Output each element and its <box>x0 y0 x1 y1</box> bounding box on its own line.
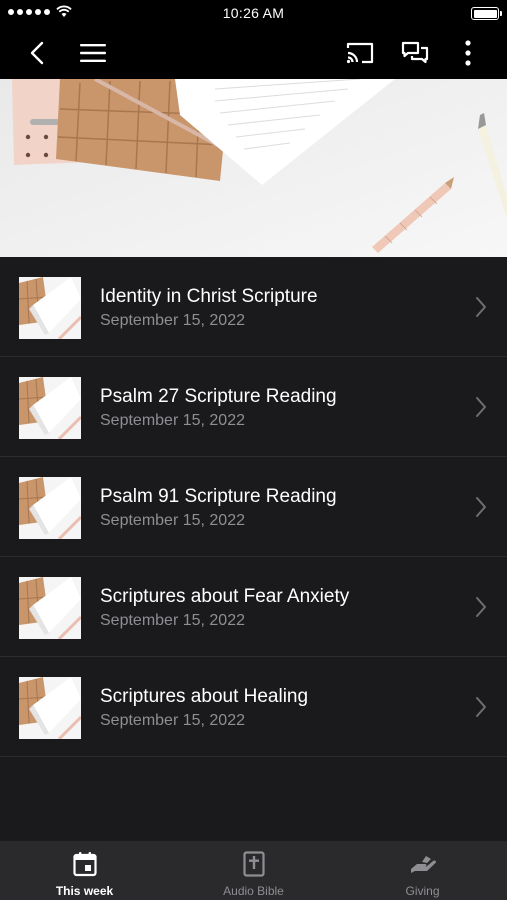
item-date: September 15, 2022 <box>100 512 245 529</box>
chat-bubbles-icon <box>401 41 429 63</box>
chevron-right-icon <box>476 297 486 317</box>
scripture-list: Identity in Christ Scripture September 1… <box>0 257 507 757</box>
giving-hand-icon <box>410 856 436 873</box>
item-date: September 15, 2022 <box>100 712 245 729</box>
tab-this-week[interactable]: This week <box>0 841 169 900</box>
back-chevron-icon <box>30 41 44 64</box>
item-thumbnail <box>19 377 81 439</box>
item-thumbnail <box>19 277 81 339</box>
more-vertical-icon <box>465 39 471 66</box>
list-item[interactable]: Scriptures about Fear Anxiety September … <box>0 557 507 657</box>
tab-audio-bible[interactable]: Audio Bible <box>169 841 338 900</box>
bottom-tab-bar: This week Audio Bible Giving <box>0 841 507 900</box>
tab-label: Giving <box>405 884 440 898</box>
status-bar: 10:26 AM <box>0 0 507 26</box>
item-thumbnail <box>19 577 81 639</box>
chevron-right-icon <box>476 397 486 417</box>
cast-icon <box>346 42 374 63</box>
more-options-button[interactable] <box>454 26 482 79</box>
chat-button[interactable] <box>398 26 432 79</box>
list-item[interactable]: Scriptures about Healing September 15, 2… <box>0 657 507 757</box>
list-item[interactable]: Identity in Christ Scripture September 1… <box>0 257 507 357</box>
menu-button[interactable] <box>76 26 110 79</box>
list-item[interactable]: Psalm 91 Scripture Reading September 15,… <box>0 457 507 557</box>
item-title: Identity in Christ Scripture <box>100 286 318 307</box>
item-thumbnail <box>19 677 81 739</box>
top-nav-bar <box>0 26 507 79</box>
item-title: Scriptures about Fear Anxiety <box>100 586 350 607</box>
back-button[interactable] <box>22 26 52 79</box>
chevron-right-icon <box>476 697 486 717</box>
chevron-right-icon <box>476 497 486 517</box>
item-title: Psalm 27 Scripture Reading <box>100 386 337 407</box>
status-time: 10:26 AM <box>222 5 285 21</box>
tab-giving[interactable]: Giving <box>338 841 507 900</box>
tab-label: This week <box>55 884 114 898</box>
list-item[interactable]: Psalm 27 Scripture Reading September 15,… <box>0 357 507 457</box>
header-image <box>0 79 507 257</box>
bible-icon <box>242 851 265 877</box>
calendar-icon <box>72 852 97 877</box>
tab-label: Audio Bible <box>223 884 284 898</box>
item-date: September 15, 2022 <box>100 412 245 429</box>
item-title: Scriptures about Healing <box>100 686 309 707</box>
item-thumbnail <box>19 477 81 539</box>
item-date: September 15, 2022 <box>100 312 245 329</box>
chevron-right-icon <box>476 597 486 617</box>
item-date: September 15, 2022 <box>100 612 245 629</box>
cast-button[interactable] <box>342 26 378 79</box>
item-title: Psalm 91 Scripture Reading <box>100 486 337 507</box>
hamburger-menu-icon <box>80 43 106 62</box>
battery-icon <box>471 7 502 20</box>
